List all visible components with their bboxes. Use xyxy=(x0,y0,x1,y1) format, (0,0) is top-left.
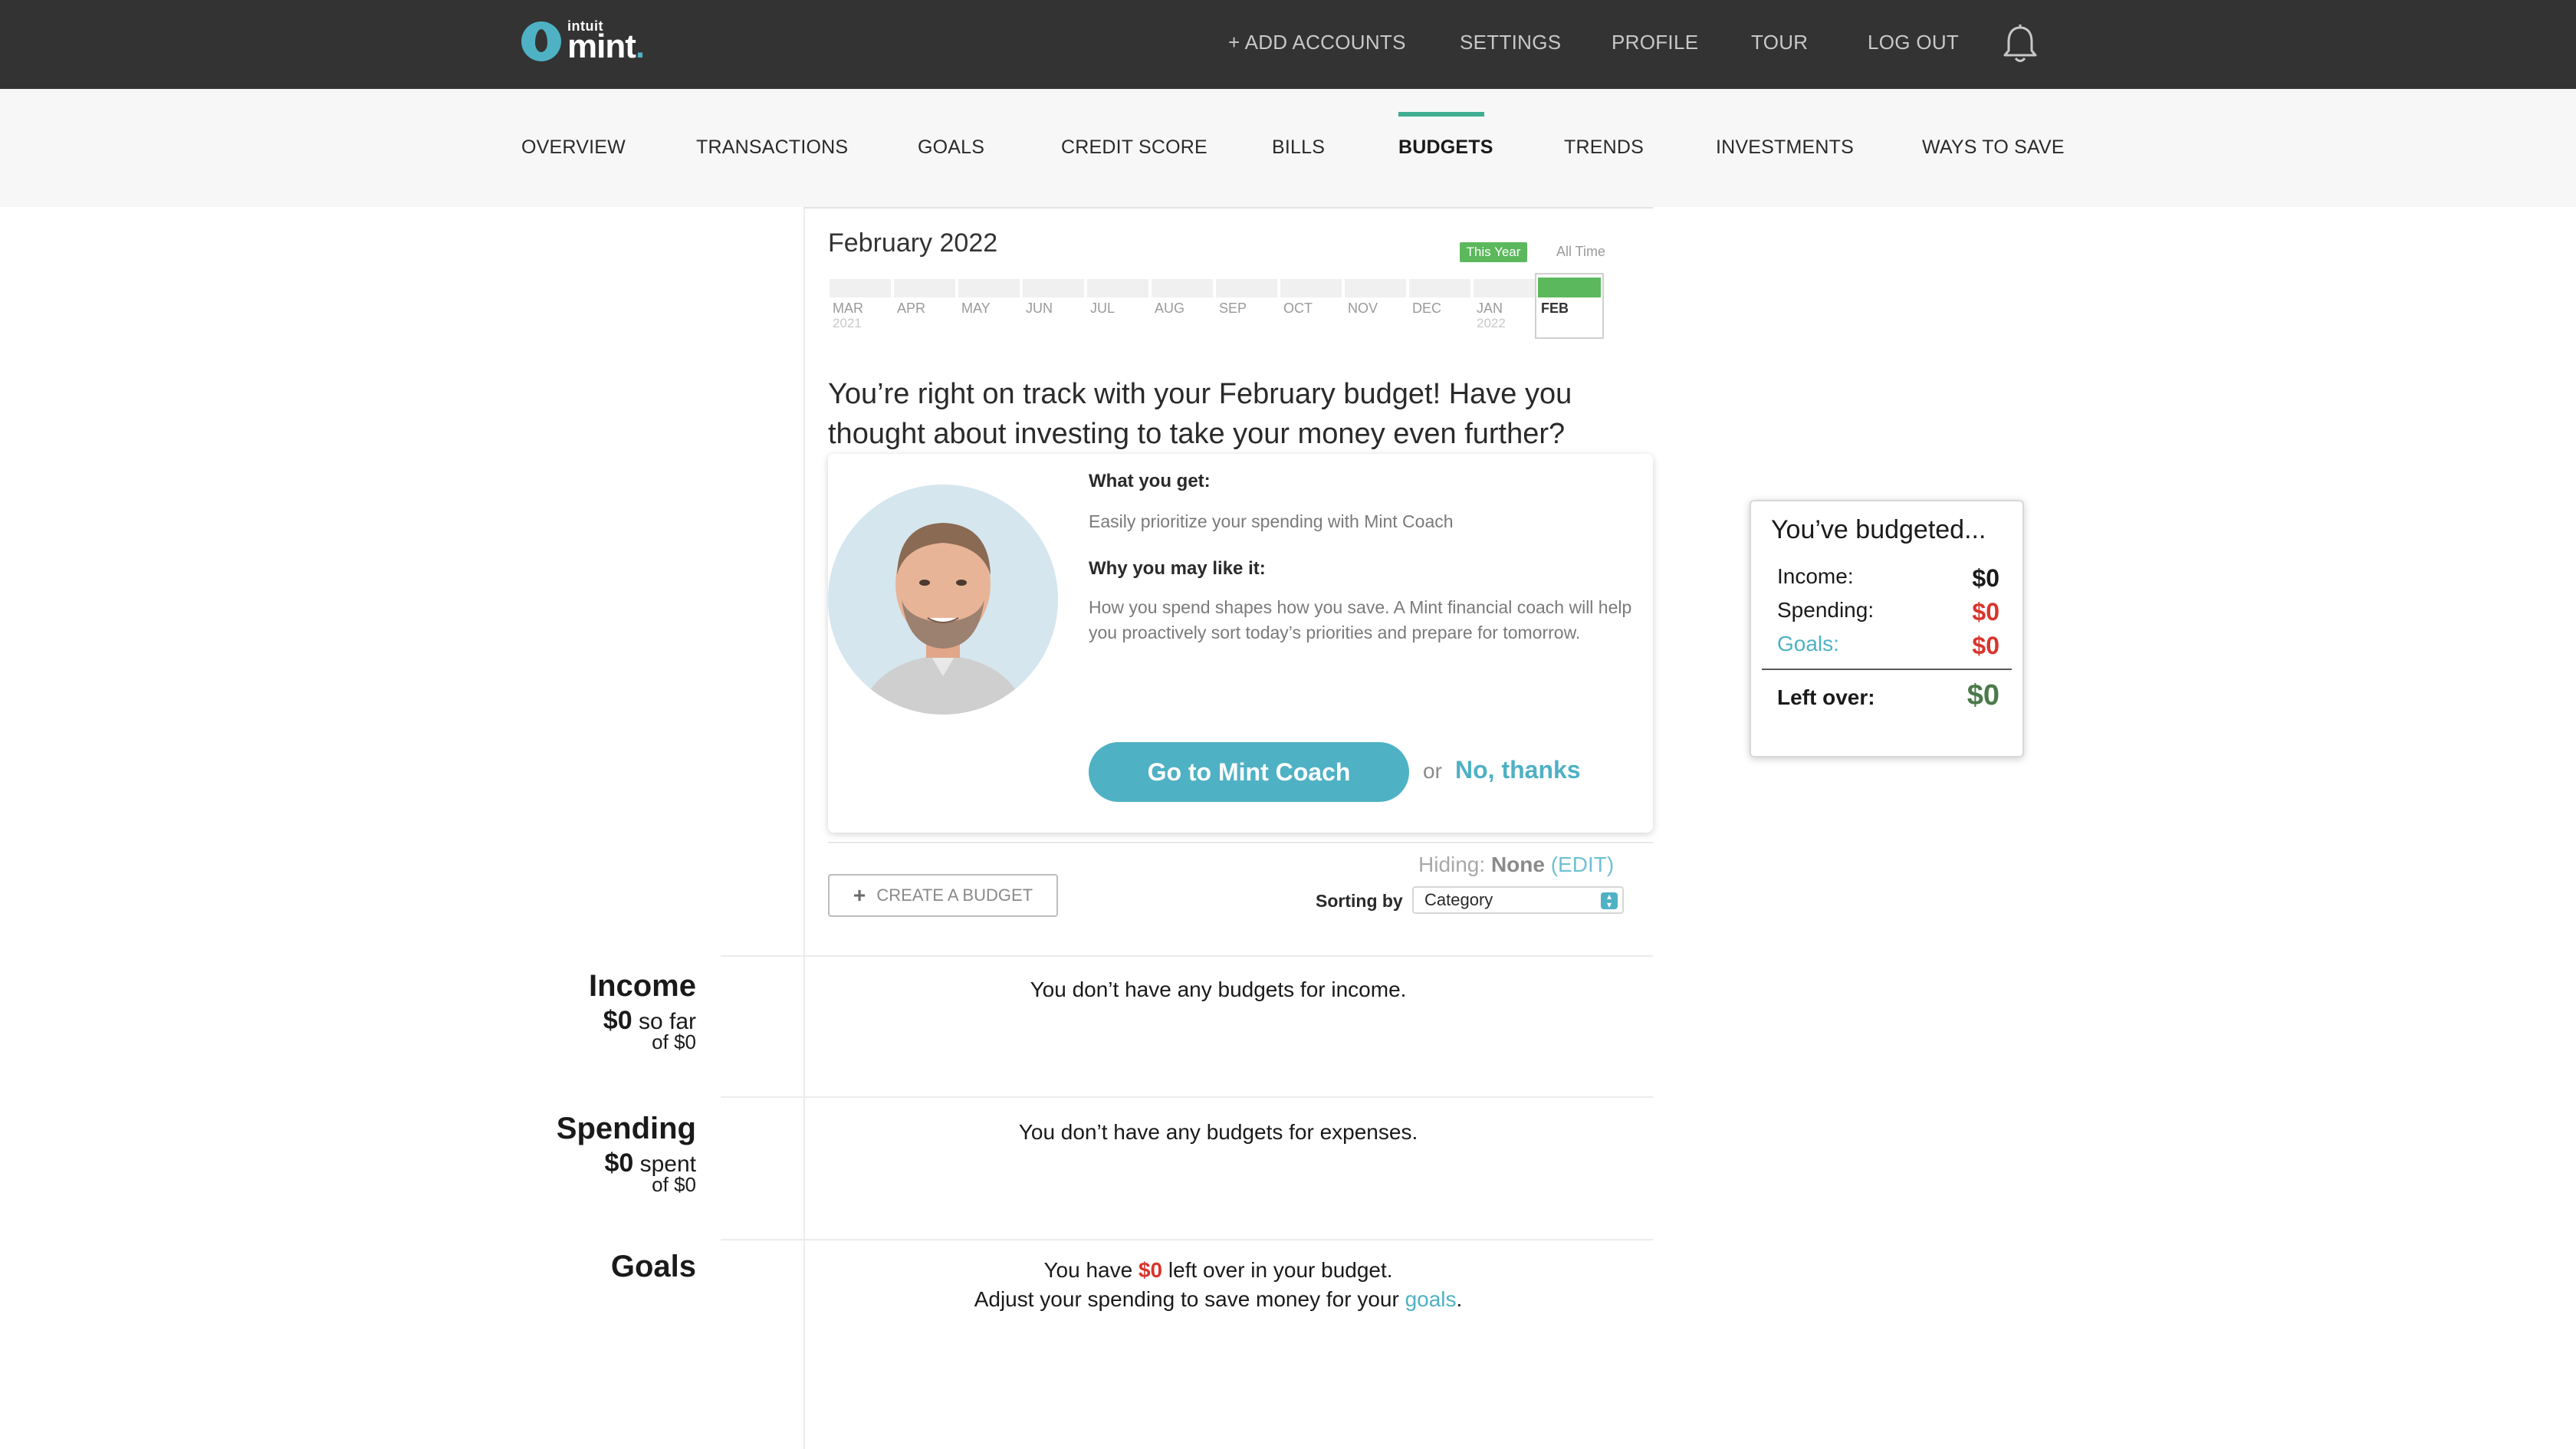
month-bar[interactable] xyxy=(1216,279,1277,297)
what-you-get-heading: What you get: xyxy=(1089,471,1211,491)
month-bar[interactable] xyxy=(1409,279,1470,297)
tour-link[interactable]: TOUR xyxy=(1751,31,1808,54)
main-nav: OVERVIEW TRANSACTIONS GOALS CREDIT SCORE… xyxy=(0,89,2576,207)
summary-goals-value: $0 xyxy=(1972,632,1999,659)
bell-icon[interactable] xyxy=(2001,23,2039,66)
tab-goals[interactable]: GOALS xyxy=(918,136,984,159)
or-text: or xyxy=(1423,759,1442,783)
content-divider xyxy=(803,207,805,1449)
this-year-toggle[interactable]: This Year xyxy=(1460,242,1527,262)
income-title: Income xyxy=(588,969,696,1003)
spending-empty-message: You don’t have any budgets for expenses. xyxy=(1018,1120,1418,1144)
spending-of: of $0 xyxy=(652,1173,696,1196)
month-label-nov[interactable]: NOV xyxy=(1348,301,1409,317)
month-title: February 2022 xyxy=(828,228,998,258)
sort-select[interactable]: Category ▴ ▾ xyxy=(1412,886,1624,914)
content-top-line xyxy=(803,207,1653,209)
month-year-2022: 2022 xyxy=(1477,316,1506,330)
profile-link[interactable]: PROFILE xyxy=(1612,31,1698,54)
goals-title: Goals xyxy=(610,1250,696,1283)
tab-credit-score[interactable]: CREDIT SCORE xyxy=(1061,136,1208,159)
month-bar[interactable] xyxy=(1023,279,1084,297)
summary-divider xyxy=(1762,669,2012,670)
select-arrows-icon: ▴ ▾ xyxy=(1601,892,1618,909)
month-label-jul[interactable]: JUL xyxy=(1090,301,1152,317)
section-divider xyxy=(721,1096,1653,1098)
mint-logo[interactable]: intuit mint. xyxy=(521,18,645,65)
brand-large: mint. xyxy=(567,28,645,65)
month-label-sep[interactable]: SEP xyxy=(1219,301,1280,317)
month-bar[interactable] xyxy=(830,279,891,297)
summary-title: You’ve budgeted... xyxy=(1771,515,1986,544)
section-divider xyxy=(721,1239,1653,1240)
plus-icon: + xyxy=(853,883,866,907)
coach-portrait-image xyxy=(828,485,1058,715)
go-to-mint-coach-button[interactable]: Go to Mint Coach xyxy=(1089,742,1409,802)
why-heading: Why you may like it: xyxy=(1089,558,1266,579)
month-label-aug[interactable]: AUG xyxy=(1155,301,1216,317)
top-bar: intuit mint. + ADD ACCOUNTS SETTINGS PRO… xyxy=(0,0,2576,89)
month-label-oct[interactable]: OCT xyxy=(1283,301,1345,317)
hiding-status: Hiding: None (EDIT) xyxy=(1418,853,1615,876)
summary-goals-link[interactable]: Goals: xyxy=(1777,632,1839,656)
goals-link[interactable]: goals xyxy=(1405,1287,1457,1311)
month-bar[interactable] xyxy=(958,279,1020,297)
tab-ways-to-save[interactable]: WAYS TO SAVE xyxy=(1922,136,2065,159)
month-label-feb[interactable]: FEB xyxy=(1541,301,1569,317)
card-divider xyxy=(828,842,1653,843)
income-empty-message: You don’t have any budgets for income. xyxy=(1030,978,1407,1001)
month-label-mar[interactable]: MAR xyxy=(833,301,894,317)
add-accounts-link[interactable]: + ADD ACCOUNTS xyxy=(1228,31,1406,54)
settings-link[interactable]: SETTINGS xyxy=(1460,31,1561,54)
summary-income-label: Income: xyxy=(1777,564,1854,588)
log-out-link[interactable]: LOG OUT xyxy=(1868,31,1959,54)
month-bar-feb[interactable] xyxy=(1538,278,1601,297)
month-label-apr[interactable]: APR xyxy=(897,301,958,317)
what-you-get-text: Easily prioritize your spending with Min… xyxy=(1089,511,1454,531)
why-text: How you spend shapes how you save. A Min… xyxy=(1089,597,1632,642)
spending-title: Spending xyxy=(556,1112,696,1145)
month-label-jan[interactable]: JAN xyxy=(1477,301,1538,317)
mint-leaf-icon xyxy=(521,21,561,61)
summary-income-value: $0 xyxy=(1972,564,1999,592)
create-budget-button[interactable]: + CREATE A BUDGET xyxy=(828,874,1058,917)
month-bar[interactable] xyxy=(1345,279,1406,297)
edit-hiding-link[interactable]: (EDIT) xyxy=(1551,853,1614,876)
month-bar[interactable] xyxy=(1474,279,1535,297)
month-bar[interactable] xyxy=(1280,279,1342,297)
month-bar[interactable] xyxy=(1087,279,1148,297)
tab-bills[interactable]: BILLS xyxy=(1272,136,1325,159)
month-year-2021: 2021 xyxy=(833,316,862,330)
tab-budgets[interactable]: BUDGETS xyxy=(1398,136,1493,159)
tab-investments[interactable]: INVESTMENTS xyxy=(1716,136,1854,159)
sort-label: Sorting by xyxy=(1316,891,1403,911)
month-label-may[interactable]: MAY xyxy=(961,301,1023,317)
active-tab-indicator xyxy=(1398,112,1484,117)
no-thanks-link[interactable]: No, thanks xyxy=(1455,756,1581,784)
month-bar[interactable] xyxy=(1152,279,1213,297)
goals-message: You have $0 left over in your budget. Ad… xyxy=(974,1258,1463,1311)
budget-headline: You’re right on track with your February… xyxy=(828,378,1572,450)
month-bar[interactable] xyxy=(894,279,955,297)
summary-leftover-value: $0 xyxy=(1967,679,1999,711)
coach-avatar xyxy=(828,485,1058,715)
income-of: of $0 xyxy=(652,1030,696,1053)
tab-trends[interactable]: TRENDS xyxy=(1564,136,1644,159)
tab-overview[interactable]: OVERVIEW xyxy=(521,136,626,159)
month-label-dec[interactable]: DEC xyxy=(1412,301,1474,317)
section-divider xyxy=(721,955,1653,957)
summary-leftover-label: Left over: xyxy=(1777,685,1875,709)
all-time-toggle[interactable]: All Time xyxy=(1556,244,1605,260)
month-label-jun[interactable]: JUN xyxy=(1026,301,1087,317)
tab-transactions[interactable]: TRANSACTIONS xyxy=(696,136,848,159)
summary-spending-value: $0 xyxy=(1972,598,1999,626)
summary-spending-label: Spending: xyxy=(1777,598,1875,622)
